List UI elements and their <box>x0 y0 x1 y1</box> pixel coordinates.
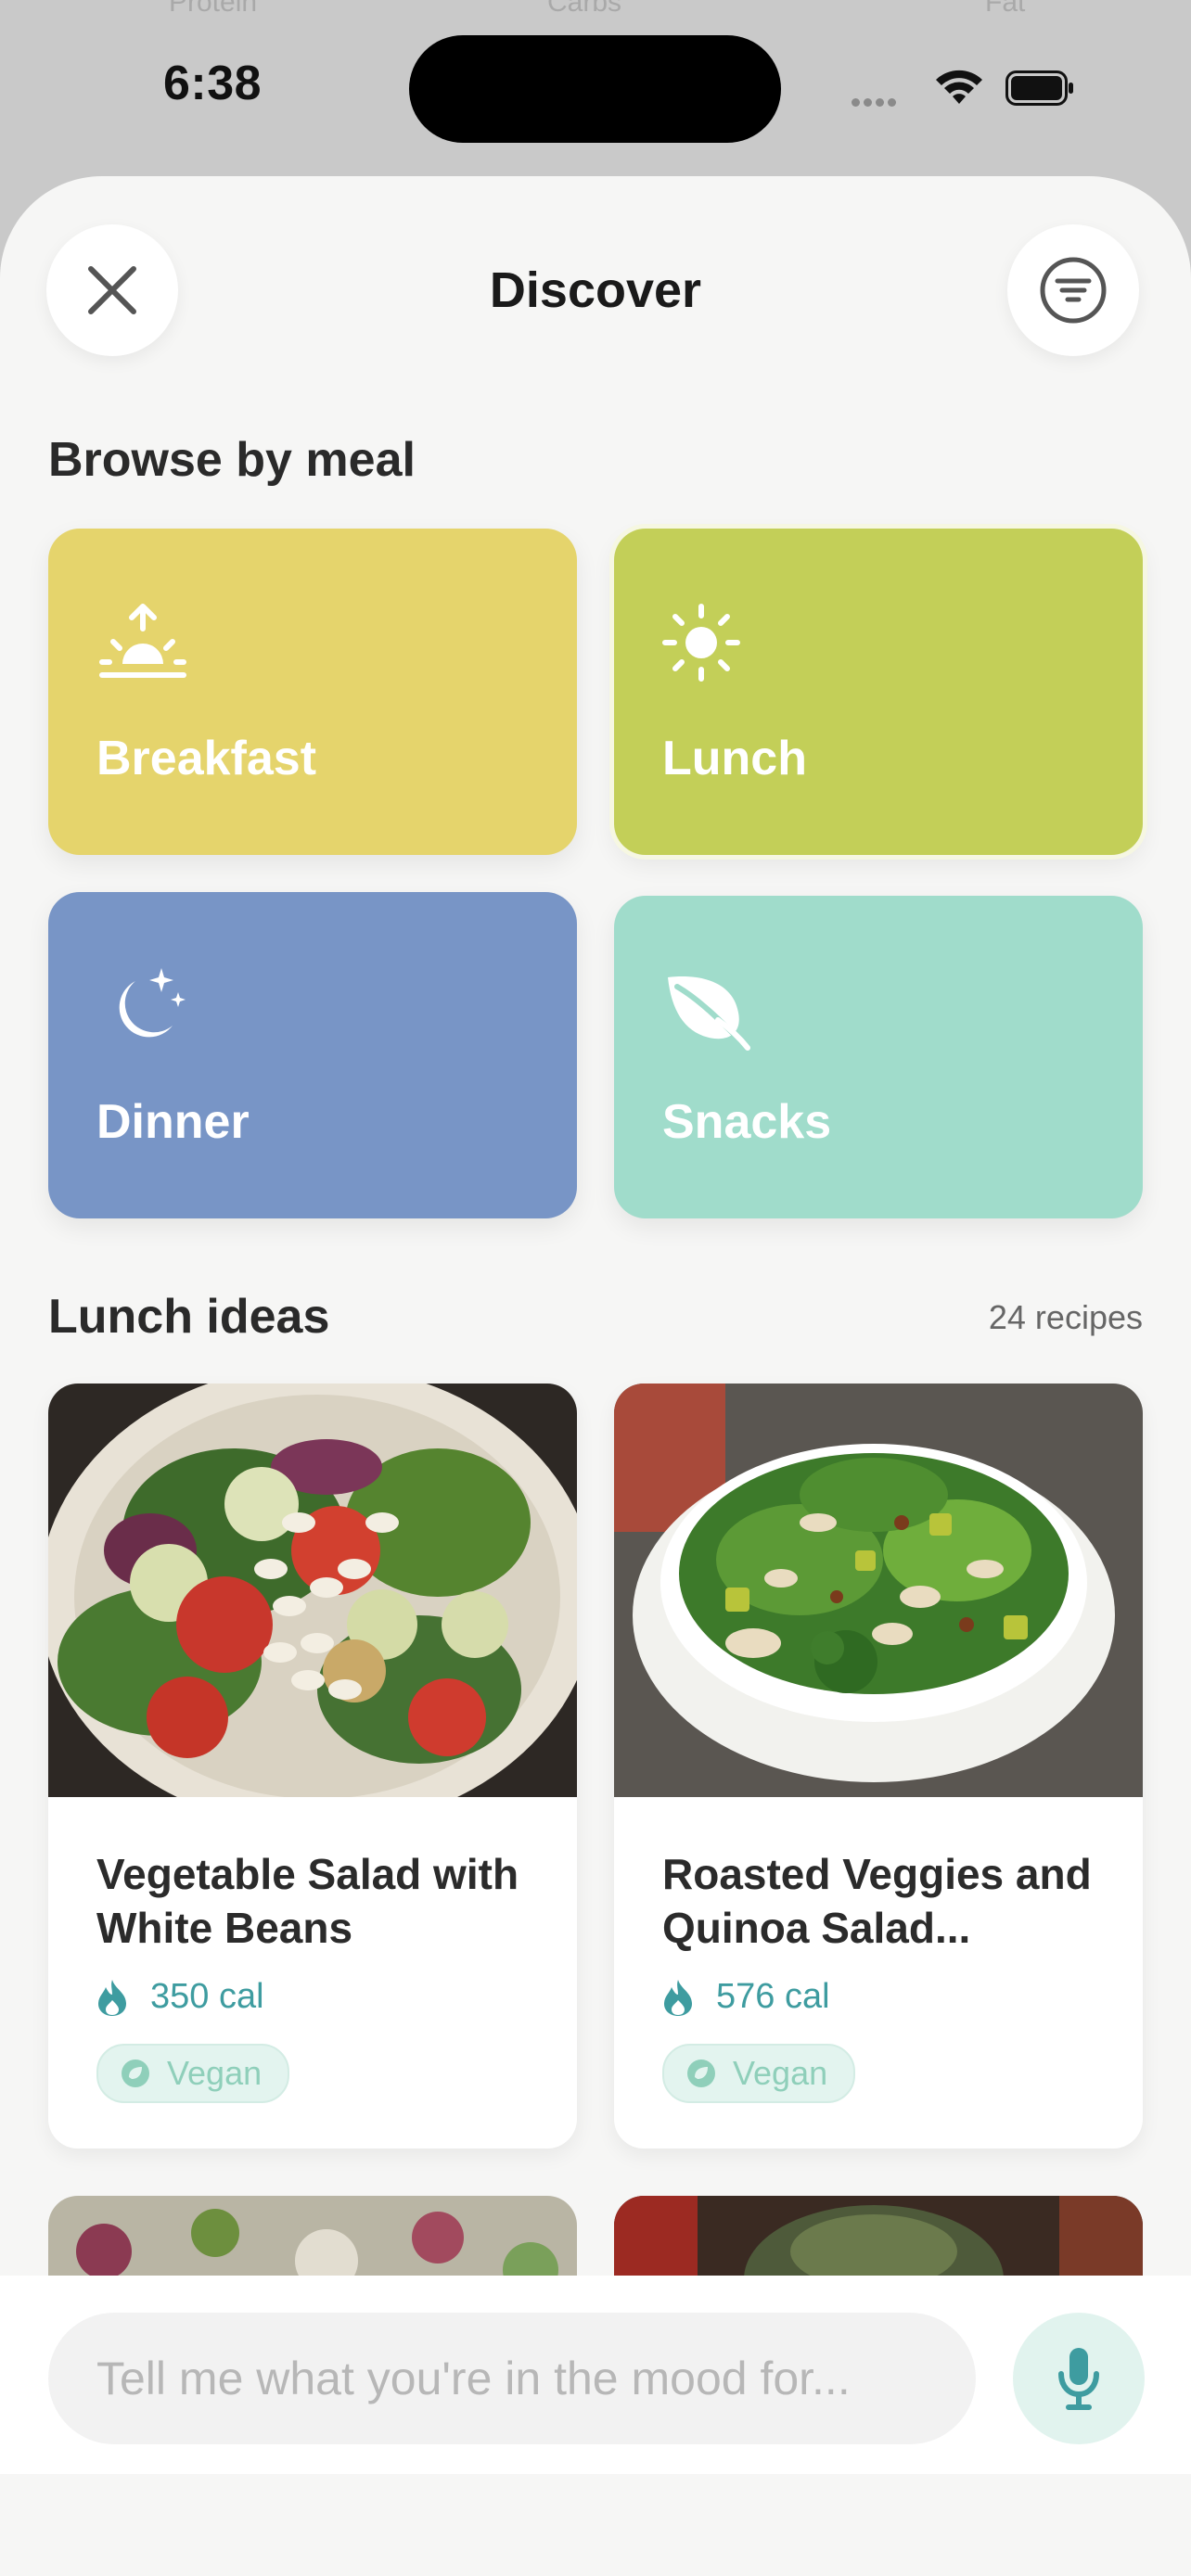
mic-icon <box>1058 2348 1099 2410</box>
diet-tag: Vegan <box>96 2044 290 2103</box>
battery-icon <box>1005 70 1073 106</box>
vegan-leaf-icon <box>122 2060 149 2087</box>
filter-button[interactable] <box>1007 224 1139 356</box>
wifi-icon <box>936 70 982 104</box>
sunrise-icon <box>99 604 186 678</box>
diet-tag-label: Vegan <box>733 2054 828 2092</box>
recipe-card[interactable]: Vegetable Salad with White Beans 350 cal… <box>48 1384 577 2149</box>
leaf-icon <box>668 976 750 1051</box>
meal-card-dinner[interactable]: Dinner <box>48 892 577 1218</box>
recipe-photo <box>48 1384 577 1797</box>
recipe-name: Roasted Veggies and Quinoa Salad... <box>662 1850 1092 1952</box>
flame-icon <box>98 1979 126 2016</box>
sun-icon <box>662 604 740 682</box>
recipe-card[interactable]: Roasted Veggies and Quinoa Salad... 576 … <box>614 1384 1143 2149</box>
calorie-value: 576 cal <box>716 1977 830 2016</box>
moon-stars-icon <box>119 968 186 1038</box>
diet-tag: Vegan <box>662 2044 856 2103</box>
mic-button[interactable] <box>1013 2313 1145 2444</box>
meal-card-snacks[interactable]: Snacks <box>614 896 1143 1218</box>
meal-label: Lunch <box>662 732 807 785</box>
meal-label: Dinner <box>96 1095 250 1149</box>
diet-tag-label: Vegan <box>167 2054 263 2092</box>
flame-icon <box>664 1979 692 2016</box>
composer-bar <box>0 2276 1191 2474</box>
meal-label: Snacks <box>662 1095 832 1149</box>
filter-icon <box>1040 257 1107 324</box>
mood-input[interactable] <box>48 2313 976 2444</box>
discover-sheet: Discover Browse by meal Breakfast Lunch <box>0 176 1191 2576</box>
browse-section-title: Browse by meal <box>48 433 416 487</box>
recipe-photo <box>614 1384 1143 1797</box>
recipe-calories: 576 cal <box>662 1977 830 2017</box>
meal-card-lunch[interactable]: Lunch <box>614 529 1143 855</box>
calorie-value: 350 cal <box>150 1977 264 2016</box>
lunch-ideas-title: Lunch ideas <box>48 1290 330 1344</box>
recipe-count: 24 recipes <box>988 1298 1143 1336</box>
meal-card-breakfast[interactable]: Breakfast <box>48 529 577 855</box>
status-bar: 6:38 <box>0 0 1191 176</box>
status-time: 6:38 <box>163 57 263 110</box>
recipe-calories: 350 cal <box>96 1977 264 2017</box>
dynamic-island <box>409 35 781 143</box>
meal-label: Breakfast <box>96 732 317 785</box>
recipe-name: Vegetable Salad with White Beans <box>96 1850 519 1952</box>
vegan-leaf-icon <box>687 2060 715 2087</box>
